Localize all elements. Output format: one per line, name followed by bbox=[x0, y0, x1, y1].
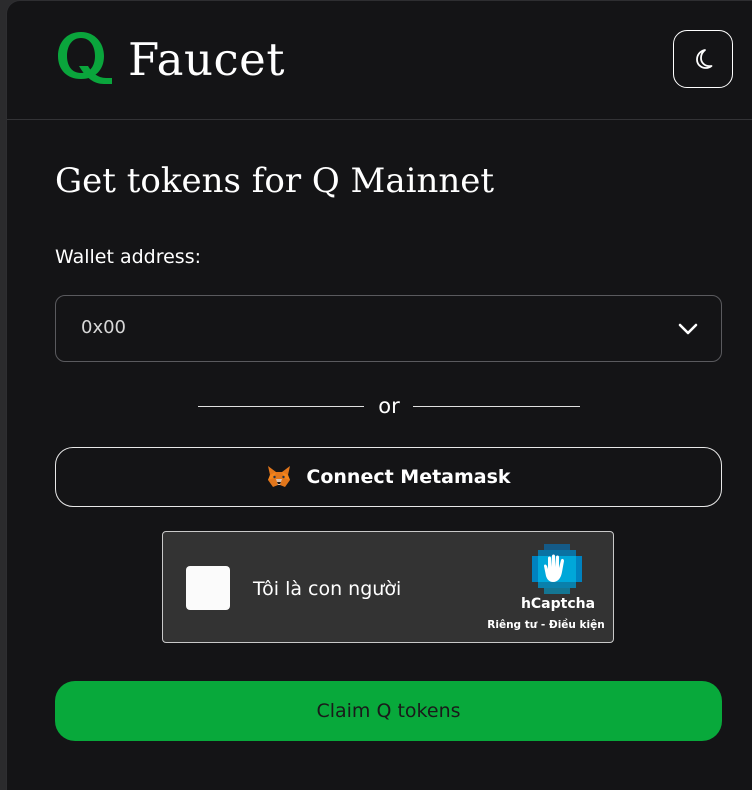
wallet-address-select[interactable]: 0x00 bbox=[55, 295, 722, 362]
connect-metamask-label: Connect Metamask bbox=[306, 466, 511, 488]
moon-icon bbox=[696, 49, 713, 69]
captcha-privacy-link[interactable]: Riêng tư bbox=[487, 619, 537, 631]
theme-toggle-button[interactable] bbox=[673, 30, 733, 88]
claim-tokens-button[interactable]: Claim Q tokens bbox=[55, 681, 722, 741]
captcha-label: Tôi là con người bbox=[253, 578, 402, 600]
divider-or: or bbox=[378, 394, 400, 418]
hcaptcha-logo-icon bbox=[532, 544, 582, 594]
q-logo-icon bbox=[58, 32, 112, 84]
captcha-checkbox[interactable] bbox=[186, 566, 230, 610]
captcha-links: Riêng tư - Điều kiện bbox=[481, 618, 611, 632]
page-title: Get tokens for Q Mainnet bbox=[55, 161, 495, 201]
app-panel: Faucet Get tokens for Q Mainnet Wallet a… bbox=[6, 0, 752, 790]
wallet-address-value: 0x00 bbox=[81, 317, 127, 338]
chevron-down-icon bbox=[678, 323, 698, 335]
captcha-terms-link[interactable]: Điều kiện bbox=[549, 619, 605, 631]
header: Faucet bbox=[7, 1, 752, 120]
divider-line-left bbox=[198, 406, 364, 407]
hcaptcha-widget: Tôi là con người hCaptcha Riêng tư - Điề… bbox=[162, 531, 614, 643]
app-title: Faucet bbox=[128, 33, 285, 86]
divider-line-right bbox=[413, 406, 580, 407]
wallet-address-label: Wallet address: bbox=[55, 246, 201, 268]
captcha-link-separator: - bbox=[537, 619, 549, 631]
metamask-fox-icon bbox=[268, 466, 291, 487]
connect-metamask-button[interactable]: Connect Metamask bbox=[55, 447, 722, 507]
hcaptcha-brand: hCaptcha bbox=[520, 596, 596, 612]
